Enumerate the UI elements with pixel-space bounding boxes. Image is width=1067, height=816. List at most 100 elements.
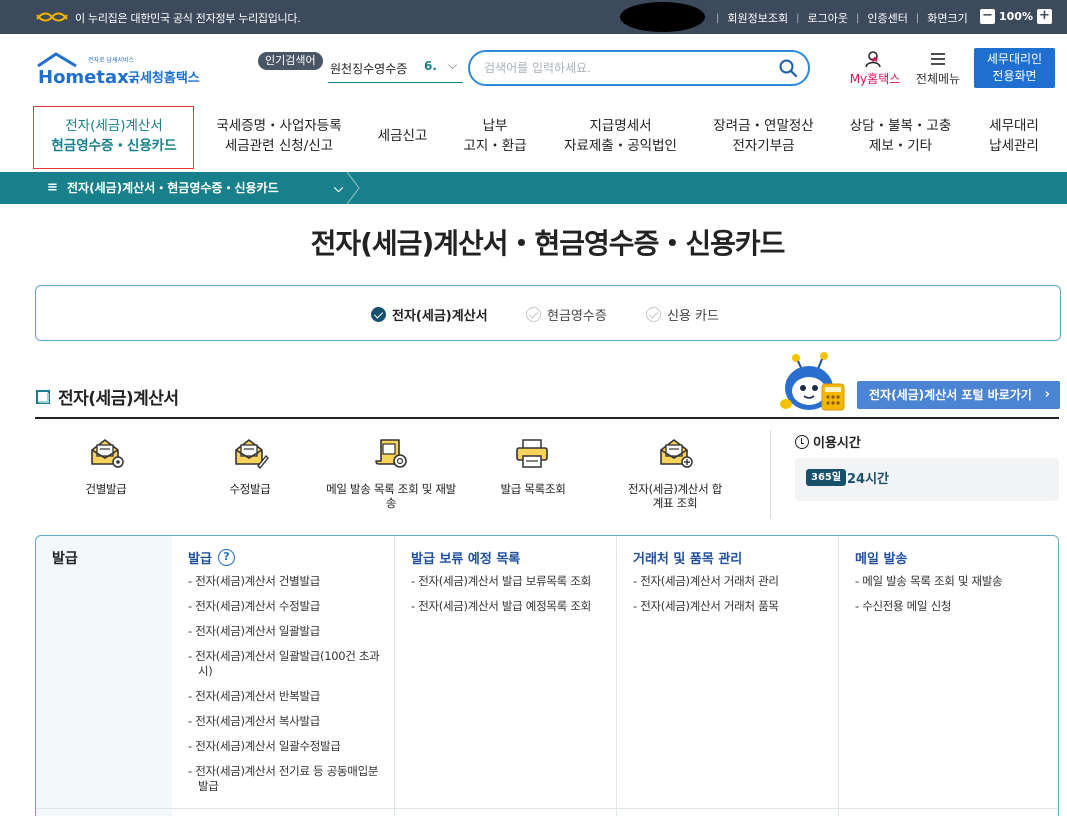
gnb-etax-invoice[interactable]: 전자(세금)계산서 현금영수증・신용카드 (40, 116, 188, 156)
breadcrumb-separator-icon (347, 172, 360, 204)
breadcrumb: ≡ 전자(세금)계산서・현금영수증・신용카드 ⌵ (0, 172, 1067, 204)
main-navigation: 전자(세금)계산서 현금영수증・신용카드 국세증명・사업자등록 세금관련 신청/… (0, 106, 1067, 169)
menu-item-modify-issue[interactable]: - 전자(세금)계산서 수정발급 (188, 599, 386, 614)
breadcrumb-label: 전자(세금)계산서・현금영수증・신용카드 (67, 181, 279, 195)
tax-agent-button[interactable]: 세무대리인 전용화면 (974, 48, 1055, 88)
gnb-line2: 전자기부금 (732, 138, 795, 154)
search-input[interactable] (484, 59, 764, 77)
screen-size-label: 화면크기 (927, 12, 968, 25)
usage-time-title: 이용시간 (795, 432, 861, 451)
menu-item-partner-manage[interactable]: - 전자(세금)계산서 거래처 관리 (633, 574, 831, 589)
menu-list: - 전자(세금)계산서 거래처 관리 - 전자(세금)계산서 거래처 품목 (633, 574, 831, 624)
gnb-consultation[interactable]: 상담・불복・고충 제보・기타 (838, 116, 963, 156)
logo-tagline: 전자로 납세서비스 (88, 56, 135, 64)
gnb-line2: 고지・환급 (463, 138, 527, 154)
quick-individual-issue[interactable]: 건별발급 (36, 436, 176, 496)
gnb-line1: 납부 (482, 118, 508, 134)
printer-icon (516, 439, 548, 468)
gnb-tax-filing[interactable]: 세금신고 (360, 126, 445, 146)
menu-item-individual-issue[interactable]: - 전자(세금)계산서 건별발급 (188, 574, 386, 589)
logo-mark: Hometax. (38, 67, 136, 88)
search-icon[interactable] (778, 58, 798, 78)
menu-column-issue: 발급 ? - 전자(세금)계산서 건별발급 - 전자(세금)계산서 수정발급 -… (172, 536, 394, 816)
help-icon[interactable]: ? (217, 549, 235, 566)
gnb-incentive-settlement[interactable]: 장려금・연말정산 전자기부금 (700, 116, 827, 156)
column-header: 거래처 및 품목 관리 (633, 548, 742, 567)
menu-list: - 메일 발송 목록 조회 및 재발송 - 수신전용 메일 신청 (855, 574, 1053, 624)
quick-issue-list[interactable]: 발급 목록조회 (463, 436, 603, 496)
member-info-link[interactable]: 회원정보조회 (727, 10, 788, 26)
quick-mail-resend[interactable]: 메일 발송 목록 조회 및 재발송 (321, 436, 461, 510)
quick-summary-lookup[interactable]: 전자(세금)계산서 합계표 조회 (605, 436, 745, 510)
gnb-line1: 장려금・연말정산 (713, 118, 814, 134)
gnb-tax-agent[interactable]: 세무대리 납세관리 (975, 116, 1053, 156)
breadcrumb-dropdown[interactable]: ≡ 전자(세금)계산서・현금영수증・신용카드 ⌵ (0, 172, 360, 204)
menu-item-mail-resend[interactable]: - 메일 발송 목록 조회 및 재발송 (855, 574, 1053, 589)
menu-item-bulk-modify-issue[interactable]: - 전자(세금)계산서 일괄수정발급 (188, 739, 386, 754)
logout-link[interactable]: 로그아웃 (807, 10, 847, 26)
envelope-edit-icon (235, 439, 269, 470)
zoom-control: − 100% + (980, 9, 1052, 24)
gnb-statement-submission[interactable]: 지급명세서 자료제출・공익법인 (548, 116, 693, 156)
hometax-house-icon: 전자로 납세서비스 Hometax. 국세청홈택스 (37, 52, 200, 88)
all-menu-label: 전체메뉴 (915, 72, 961, 86)
check-circle-icon (371, 307, 386, 322)
menu-item-hold-list[interactable]: - 전자(세금)계산서 발급 보류목록 조회 (411, 574, 609, 589)
zoom-out-button[interactable]: − (980, 9, 995, 24)
etax-portal-button[interactable]: 전자(세금)계산서 포털 바로가기 › (857, 381, 1060, 409)
chevron-down-icon[interactable]: ⌵ (448, 58, 457, 73)
category-tabs: 전자(세금)계산서 현금영수증 신용 카드 (35, 285, 1061, 341)
my-hometax-button[interactable]: My홈택스 (846, 50, 904, 86)
menu-panel: 발급 ? - 전자(세금)계산서 건별발급 - 전자(세금)계산서 수정발급 -… (172, 536, 1058, 816)
menu-item-scheduled-list[interactable]: - 전자(세금)계산서 발급 예정목록 조회 (411, 599, 609, 614)
gnb-line1: 세무대리 (989, 118, 1039, 134)
gnb-line2: 세금관련 신청/신고 (224, 138, 334, 154)
gnb-certificate-registration[interactable]: 국세증명・사업자등록 세금관련 신청/신고 (205, 116, 353, 156)
tab-label: 현금영수증 (547, 309, 607, 324)
column-header: 발급 ? (188, 548, 235, 567)
menu-item-bulk-issue[interactable]: - 전자(세금)계산서 일괄발급 (188, 624, 386, 639)
section-divider (35, 417, 1059, 419)
tab-label: 전자(세금)계산서 (392, 309, 488, 324)
quick-modify-issue[interactable]: 수정발급 (180, 436, 320, 496)
scroll-search-icon (375, 439, 407, 468)
usage-time-box: 365일 24시간 (795, 458, 1059, 501)
tab-etax-invoice[interactable]: 전자(세금)계산서 (371, 305, 488, 324)
quick-label: 메일 발송 목록 조회 및 재발송 (326, 482, 456, 510)
logo-text: 국세청홈택스 (128, 70, 200, 86)
quick-label: 수정발급 (229, 482, 271, 496)
popular-search-underline (328, 82, 463, 83)
tab-label: 신용 카드 (667, 309, 719, 324)
menu-column-pending: 발급 보류 예정 목록 - 전자(세금)계산서 발급 보류목록 조회 - 전자(… (394, 536, 616, 816)
zoom-in-button[interactable]: + (1036, 9, 1052, 24)
check-circle-icon (646, 307, 661, 322)
all-menu-button[interactable]: 전체메뉴 (912, 50, 964, 86)
menu-column-mail: 메일 발송 - 메일 발송 목록 조회 및 재발송 - 수신전용 메일 신청 (838, 536, 1058, 816)
user-icon (865, 51, 881, 68)
portal-button-label: 전자(세금)계산서 포털 바로가기 (869, 388, 1032, 402)
popular-search-term[interactable]: 원천징수영수증 (330, 60, 407, 77)
menu-item-repeat-issue[interactable]: - 전자(세금)계산서 반복발급 (188, 689, 386, 704)
popular-search-rank: 6. (424, 59, 437, 73)
column-title: 거래처 및 품목 관리 (633, 552, 743, 567)
tab-cash-receipt[interactable]: 현금영수증 (526, 305, 607, 324)
menu-item-copy-issue[interactable]: - 전자(세금)계산서 복사발급 (188, 714, 386, 729)
menu-item-receive-mail[interactable]: - 수신전용 메일 신청 (855, 599, 1053, 614)
section-title: 전자(세금)계산서 (36, 384, 179, 409)
cert-center-link[interactable]: 인증센터 (867, 10, 907, 26)
redacted-user-info (620, 2, 705, 32)
gnb-payment[interactable]: 납부 고지・환급 (450, 116, 540, 156)
gnb-line1: 지급명세서 (589, 118, 652, 134)
gov-top-bar: 이 누리집은 대한민국 공식 전자정부 누리집입니다. | 회원정보조회 | 로… (0, 0, 1067, 34)
tax-agent-line2: 전용화면 (992, 69, 1037, 83)
check-circle-icon (526, 307, 541, 322)
chevron-down-icon: ⌵ (334, 181, 344, 195)
column-title: 발급 (188, 552, 212, 567)
egov-logo-icon (36, 12, 68, 22)
menu-item-joint-purchase-issue[interactable]: - 전자(세금)계산서 전기료 등 공동매입분 발급 (188, 764, 386, 794)
tab-credit-card[interactable]: 신용 카드 (646, 305, 719, 324)
hometax-logo[interactable]: 전자로 납세서비스 Hometax. 국세청홈택스 (36, 52, 216, 88)
usage-hours: 24시간 (847, 472, 890, 487)
menu-item-bulk-issue-over-100[interactable]: - 전자(세금)계산서 일괄발급(100건 초과 시) (188, 649, 386, 679)
menu-item-partner-items[interactable]: - 전자(세금)계산서 거래처 품목 (633, 599, 831, 614)
